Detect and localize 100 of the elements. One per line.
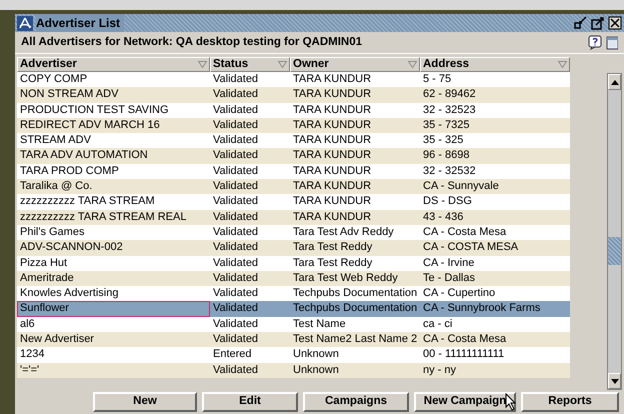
table-cell-text: Validated xyxy=(212,179,260,194)
table-cell: Sunflower xyxy=(17,301,210,317)
table-cell-text: Taralika @ Co. xyxy=(19,179,94,194)
table-row[interactable]: Knowles Advertising Validated Techpubs Documentation CA - Cupertino xyxy=(17,286,570,302)
help-icon[interactable] xyxy=(588,35,602,50)
scroll-up-icon[interactable] xyxy=(610,80,618,84)
table-row[interactable]: TARA PROD COMP Validated TARA KUNDUR 32 - 32532 xyxy=(17,164,570,180)
table-cell-text: TARA KUNDUR xyxy=(292,210,372,225)
table-row[interactable]: ADV-SCANNON-002 Validated Tara Test Reddy CA - COSTA MESA xyxy=(17,240,570,256)
table-cell-text: CA - Cupertino xyxy=(422,286,496,302)
table-row[interactable]: Ameritrade Validated Tara Test Web Reddy Te - Dallas xyxy=(17,270,570,286)
column-header[interactable]: Address xyxy=(420,57,570,72)
table-cell-text: CA - COSTA MESA xyxy=(422,240,520,256)
table-cell-text: Validated xyxy=(212,72,260,87)
table-cell-text: Validated xyxy=(212,256,260,271)
table-cell-text: Validated xyxy=(212,133,260,148)
table-cell-text: Unknown xyxy=(292,347,340,362)
table-cell-text: zzzzzzzzzz TARA STREAM REAL xyxy=(19,210,188,225)
table-cell-text: al6 xyxy=(19,316,36,332)
table-cell-text: COPY COMP xyxy=(19,72,88,87)
table-cell-text: 43 - 436 xyxy=(422,210,464,225)
window-icon[interactable] xyxy=(606,36,618,50)
table-cell-text: Tara Test Reddy xyxy=(292,256,374,271)
table-cell-text: TARA KUNDUR xyxy=(292,148,372,164)
action-button[interactable]: Reports xyxy=(521,392,619,412)
mouse-cursor-icon xyxy=(505,393,517,411)
table-row[interactable]: zzzzzzzzzz TARA STREAM Validated TARA KUNDUR DS - DSG xyxy=(17,194,570,210)
action-button[interactable]: New xyxy=(93,392,197,412)
table-row[interactable]: STREAM ADV Validated TARA KUNDUR 35 - 325 xyxy=(17,133,570,148)
app-logo-icon xyxy=(17,16,33,30)
table-row[interactable]: TARA ADV AUTOMATION Validated TARA KUNDUR 96 - 8698 xyxy=(17,148,570,164)
table-cell-text: ADV-SCANNON-002 xyxy=(19,240,124,256)
table-cell-text: TARA KUNDUR xyxy=(292,194,372,210)
table-cell-text: Entered xyxy=(212,347,253,362)
table-cell-text: CA - Irvine xyxy=(422,256,476,271)
table-cell-text: Validated xyxy=(212,301,260,316)
table-cell-text: Test Name2 Last Name 2 xyxy=(292,332,418,348)
table-row[interactable]: '='=' Validated Unknown ny - ny xyxy=(17,362,570,378)
table-cell-text: Validated xyxy=(212,148,260,164)
table-cell-text: REDIRECT ADV MARCH 16 xyxy=(19,118,161,133)
table-cell-text: DS - DSG xyxy=(422,194,473,210)
maximize-icon[interactable] xyxy=(591,16,605,30)
table-cell-text: TARA ADV AUTOMATION xyxy=(19,148,149,164)
table-cell-text: Test Name xyxy=(292,316,347,332)
table-cell-text: Validated xyxy=(212,210,260,225)
table-row[interactable]: 1234 Entered Unknown 00 - 11111111111 xyxy=(17,347,570,363)
table-cell-text: TARA KUNDUR xyxy=(292,72,372,87)
table-cell-text: CA - Sunnyvale xyxy=(422,179,500,194)
table-cell-text: ca - ci xyxy=(422,316,454,332)
table-cell-text: Validated xyxy=(212,286,260,302)
table-cell-text: 32 - 32523 xyxy=(422,102,477,118)
table-cell-text: 1234 xyxy=(19,347,46,362)
table-cell-text: Validated xyxy=(212,102,260,118)
table-cell-text: CA - Costa Mesa xyxy=(422,224,508,240)
column-header[interactable]: Advertiser xyxy=(17,57,210,72)
table-row[interactable]: COPY COMP Validated TARA KUNDUR 5 - 75 xyxy=(17,72,570,88)
scroll-thumb[interactable] xyxy=(608,237,621,265)
table-cell-text: Validated xyxy=(212,224,260,240)
table-row[interactable]: zzzzzzzzzz TARA STREAM REAL Validated TARA KUNDUR 43 - 436 xyxy=(17,210,570,225)
table-cell-text: TARA KUNDUR xyxy=(292,133,372,148)
table-cell-text: 96 - 8698 xyxy=(422,148,470,164)
table-cell-text: 00 - 11111111111 xyxy=(422,347,506,362)
table-cell-text: '='=' xyxy=(19,362,40,378)
table-row[interactable]: al6 Validated Test Name ca - ci xyxy=(17,316,570,332)
table-cell-text: STREAM ADV xyxy=(19,133,92,148)
table-row[interactable]: PRODUCTION TEST SAVING Validated TARA KUNDUR 32 - 32523 xyxy=(17,102,570,118)
table-cell-text: 62 - 89462 xyxy=(422,87,477,102)
table-cell-text: Pizza Hut xyxy=(19,256,68,271)
table-cell-text: ny - ny xyxy=(422,362,458,378)
table-row[interactable]: NON STREAM ADV Validated TARA KUNDUR 62 - 89462 xyxy=(17,87,570,103)
action-button[interactable]: Edit xyxy=(202,392,298,412)
table-row[interactable]: Taralika @ Co. Validated TARA KUNDUR CA - Sunnyvale xyxy=(17,179,570,194)
table-cell-text: Validated xyxy=(212,362,260,378)
table-row[interactable]: New Advertiser Validated Test Name2 Last Name 2 CA - Costa Mesa xyxy=(17,332,570,348)
table-cell-text: Tara Test Adv Reddy xyxy=(292,224,395,240)
table-row[interactable]: REDIRECT ADV MARCH 16 Validated TARA KUNDUR 35 - 7325 xyxy=(17,118,570,134)
table-cell-text: New Advertiser xyxy=(19,332,95,348)
table-cell-text: Validated xyxy=(212,118,260,133)
column-header[interactable]: Owner xyxy=(290,57,420,72)
table-cell-text: 32 - 32532 xyxy=(422,164,477,179)
close-icon[interactable] xyxy=(608,16,622,30)
table-cell-text: zzzzzzzzzz TARA STREAM xyxy=(19,194,156,210)
column-header[interactable]: Status xyxy=(210,57,290,72)
table-cell-text: 35 - 325 xyxy=(422,133,464,148)
table-cell-text: Validated xyxy=(212,270,260,286)
table-row[interactable]: Phil's Games Validated Tara Test Adv Reddy CA - Costa Mesa xyxy=(17,224,570,240)
scroll-down-icon[interactable] xyxy=(610,378,618,384)
table-cell-text: 35 - 7325 xyxy=(422,118,470,133)
restore-icon[interactable] xyxy=(574,16,588,30)
table-cell-text: Knowles Advertising xyxy=(19,286,120,302)
table-cell-text: Validated xyxy=(212,240,260,256)
action-button[interactable]: Campaigns xyxy=(303,392,409,412)
scrollbar[interactable] xyxy=(607,73,622,390)
window-title: Advertiser List xyxy=(36,14,124,32)
table-cell-text: Te - Dallas xyxy=(422,270,476,286)
table-row[interactable]: Sunflower Validated Techpubs Documentation CA - Sunnybrook Farms xyxy=(17,301,570,317)
table-cell-text: 5 - 75 xyxy=(422,72,452,87)
table-row[interactable]: Pizza Hut Validated Tara Test Reddy CA - Irvine xyxy=(17,256,570,271)
table-cell-text: Validated xyxy=(212,194,260,210)
table-cell-text: TARA KUNDUR xyxy=(292,102,372,118)
